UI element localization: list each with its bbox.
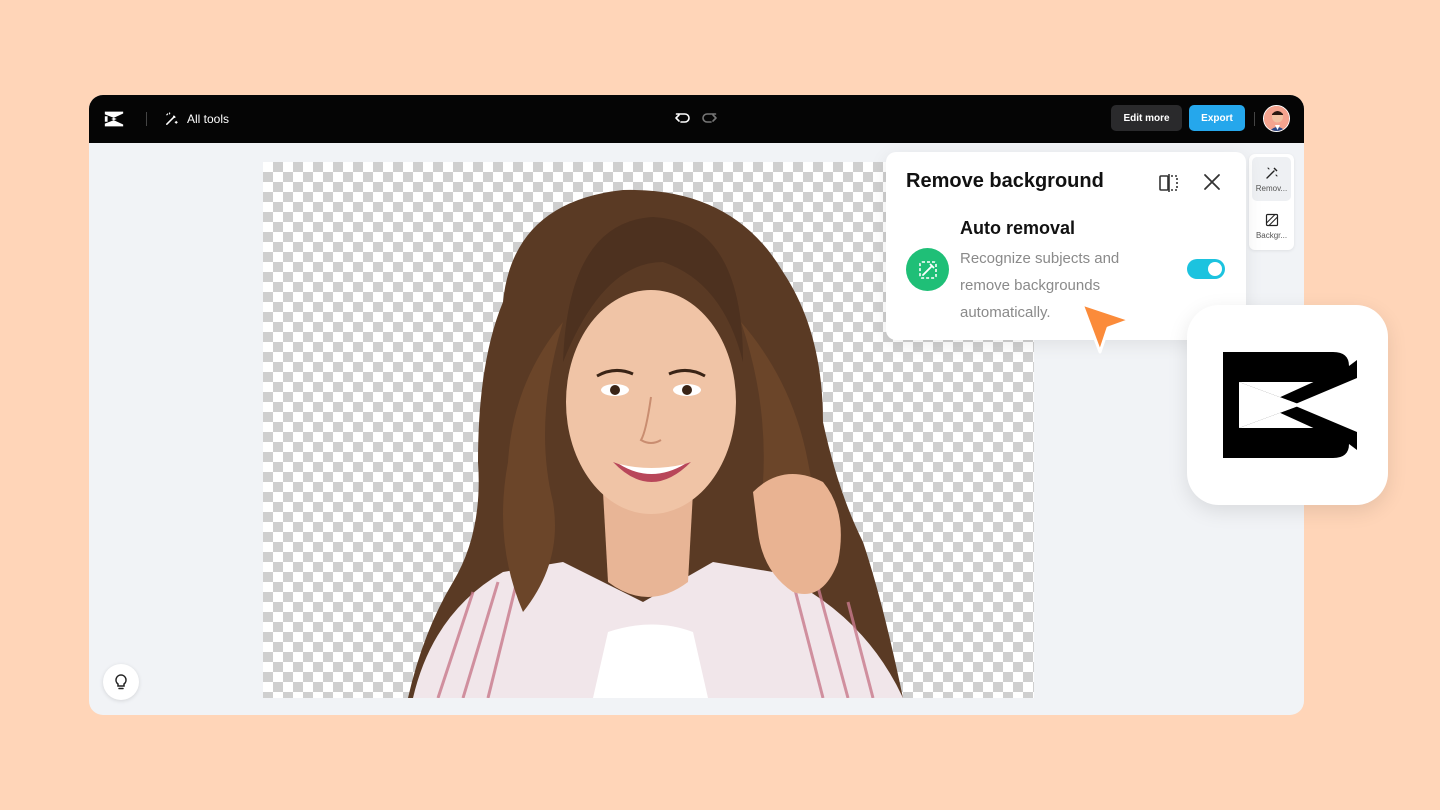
background-icon bbox=[1265, 213, 1278, 226]
redo-icon[interactable] bbox=[699, 108, 719, 128]
cursor-arrow-icon bbox=[1080, 302, 1132, 354]
toolbar-divider bbox=[1254, 112, 1255, 126]
right-tool-rail: Remov... Backgr... bbox=[1249, 154, 1294, 250]
undo-icon[interactable] bbox=[673, 108, 693, 128]
capcut-logo-icon bbox=[1223, 352, 1357, 458]
toggle-knob bbox=[1208, 262, 1222, 276]
rail-item-label: Backgr... bbox=[1255, 230, 1288, 240]
magic-wand-icon bbox=[1265, 167, 1277, 179]
auto-removal-title: Auto removal bbox=[960, 218, 1076, 238]
auto-removal-icon bbox=[906, 248, 949, 291]
all-tools-label: All tools bbox=[187, 112, 230, 126]
top-toolbar: All tools Edit more Export bbox=[89, 95, 1304, 143]
magic-wand-icon bbox=[166, 111, 178, 125]
panel-title: Remove background bbox=[906, 170, 1104, 192]
hint-button[interactable] bbox=[103, 664, 139, 700]
user-avatar[interactable] bbox=[1263, 105, 1290, 132]
auto-removal-toggle[interactable] bbox=[1187, 259, 1225, 279]
remove-background-panel: Remove background Auto removal Recognize… bbox=[886, 152, 1246, 340]
all-tools-button[interactable]: All tools bbox=[164, 109, 229, 129]
lightbulb-icon bbox=[115, 674, 127, 690]
description-line: remove backgrounds bbox=[960, 277, 1101, 294]
rail-item-background[interactable]: Backgr... bbox=[1252, 204, 1291, 248]
rail-item-remove-background[interactable]: Remov... bbox=[1252, 157, 1291, 201]
toolbar-divider bbox=[146, 112, 147, 126]
capcut-app-tile bbox=[1187, 305, 1388, 505]
close-icon[interactable] bbox=[1201, 171, 1223, 193]
magic-wand-icon bbox=[918, 260, 937, 279]
description-line: Recognize subjects and bbox=[960, 250, 1120, 267]
edit-more-button[interactable]: Edit more bbox=[1111, 105, 1182, 131]
compare-icon[interactable] bbox=[1157, 171, 1181, 195]
rail-item-label: Remov... bbox=[1255, 183, 1288, 193]
export-button[interactable]: Export bbox=[1189, 105, 1245, 131]
capcut-logo-icon[interactable] bbox=[103, 108, 125, 130]
